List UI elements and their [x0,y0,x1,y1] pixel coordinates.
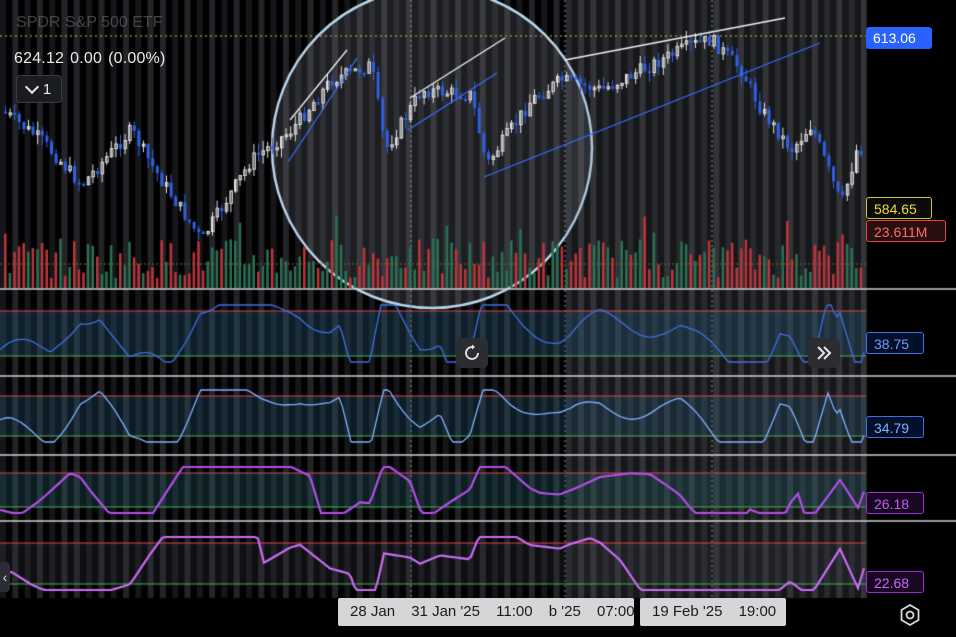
time-axis-range-a: 28 Jan 31 Jan '25 11:00 b '25 07:00 [338,598,635,626]
time-label: 07:00 [597,603,635,620]
last-price-label: 613.06 [866,27,932,49]
reset-icon [465,344,479,360]
volume-label: 23.611M [866,220,946,242]
time-label: 11:00 [496,603,533,620]
indicator-1-value: 38.75 [866,332,924,354]
scroll-to-realtime-button[interactable] [808,338,840,368]
collapse-count: 1 [42,80,52,98]
ohlc-change-pct: (0.00%) [108,50,166,67]
time-axis-range-b: 19 Feb '25 19:00 [640,598,786,626]
chevron-down-icon [24,79,39,95]
collapse-indicators-button[interactable]: 1 [16,75,62,103]
scroll-left-handle[interactable]: ‹ [0,562,10,592]
indicator-3-value: 26.18 [866,492,924,514]
indicator-2-value: 34.79 [866,416,924,438]
close-price-label: 584.65 [866,197,932,219]
time-label: 19:00 [738,603,777,620]
time-label: 31 Jan '25 [411,603,480,620]
double-chevron-right-icon [817,346,832,360]
indicator-4-value: 22.68 [866,571,924,593]
ohlc-change: 0.00 [70,50,103,67]
ohlc-value: 624.12 [14,50,65,67]
ohlc-readout: 624.12 0.00 (0.00%) [14,50,172,68]
ticker-name: SPDR S&P 500 ETF [16,14,163,31]
settings-icon[interactable] [898,603,922,627]
reset-chart-button[interactable] [456,338,488,368]
time-label: 19 Feb '25 [652,603,723,620]
time-label: 28 Jan [350,603,396,620]
price-chart-canvas[interactable] [0,0,956,637]
time-axis[interactable]: 28 Jan 31 Jan '25 11:00 b '25 07:00 19 F… [0,598,956,637]
time-label: b '25 [548,603,581,620]
